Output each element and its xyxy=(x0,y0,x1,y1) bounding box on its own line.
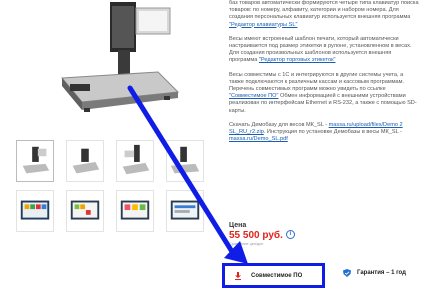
description-text: баз товаров автоматически формируются че… xyxy=(229,0,419,21)
price-label: Цена xyxy=(229,222,247,229)
price-amount: 55 500 руб. xyxy=(229,230,283,241)
thumbnail-1[interactable] xyxy=(16,140,54,182)
description-paragraph: Скачать Демобазу для весов МК_SL - massa… xyxy=(229,122,419,144)
description-paragraph: Весы имеют встроенный шаблон печати, кот… xyxy=(229,36,419,65)
price-value: 55 500 руб. i xyxy=(229,230,295,241)
feature-strip: Совместимое ПО Гарантия – 1 год xyxy=(220,262,425,290)
price-note[interactable]: Сравнение цен/доп xyxy=(229,242,295,246)
price-block: Цена 55 500 руб. i Сравнение цен/доп xyxy=(229,222,295,246)
info-icon[interactable]: i xyxy=(285,230,295,239)
guarantee-label: Гарантия – 1 год xyxy=(357,270,406,276)
download-icon xyxy=(235,271,241,280)
label-editor-link[interactable]: "Редактор торговых этикеток" xyxy=(259,57,336,63)
description-text: Скачать Демобазу для весов МК_SL - xyxy=(229,121,328,128)
description-text: Весы совместимы с 1С и интегрируются в д… xyxy=(229,71,405,93)
compatible-software-link[interactable]: "Совместимое ПО" xyxy=(229,93,278,99)
description-text: . Инструкция по установке Демобазы в вес… xyxy=(263,129,402,136)
product-main-image[interactable] xyxy=(40,0,200,130)
product-description: баз товаров автоматически формируются че… xyxy=(229,0,419,150)
thumbnail-8[interactable] xyxy=(166,190,204,232)
shield-check-icon xyxy=(343,269,351,277)
thumbnail-6[interactable] xyxy=(66,190,104,232)
keyboard-editor-link[interactable]: "Редактор клавиатуры SL" xyxy=(229,22,297,28)
thumbnail-2[interactable] xyxy=(66,140,104,182)
thumbnail-4[interactable] xyxy=(166,140,204,182)
guarantee-badge[interactable]: Гарантия – 1 год xyxy=(343,269,406,277)
description-paragraph: Весы совместимы с 1С и интегрируются в д… xyxy=(229,72,419,115)
thumbnail-3[interactable] xyxy=(116,140,154,182)
compatible-software-label: Совместимое ПО xyxy=(251,272,303,279)
thumbnail-5[interactable] xyxy=(16,190,54,232)
thumbnail-7[interactable] xyxy=(116,190,154,232)
instruction-link[interactable]: massa.ru/Demo_SL.pdf xyxy=(229,136,288,142)
description-paragraph: баз товаров автоматически формируются че… xyxy=(229,0,419,29)
compatible-software-button[interactable]: Совместимое ПО xyxy=(222,263,325,288)
